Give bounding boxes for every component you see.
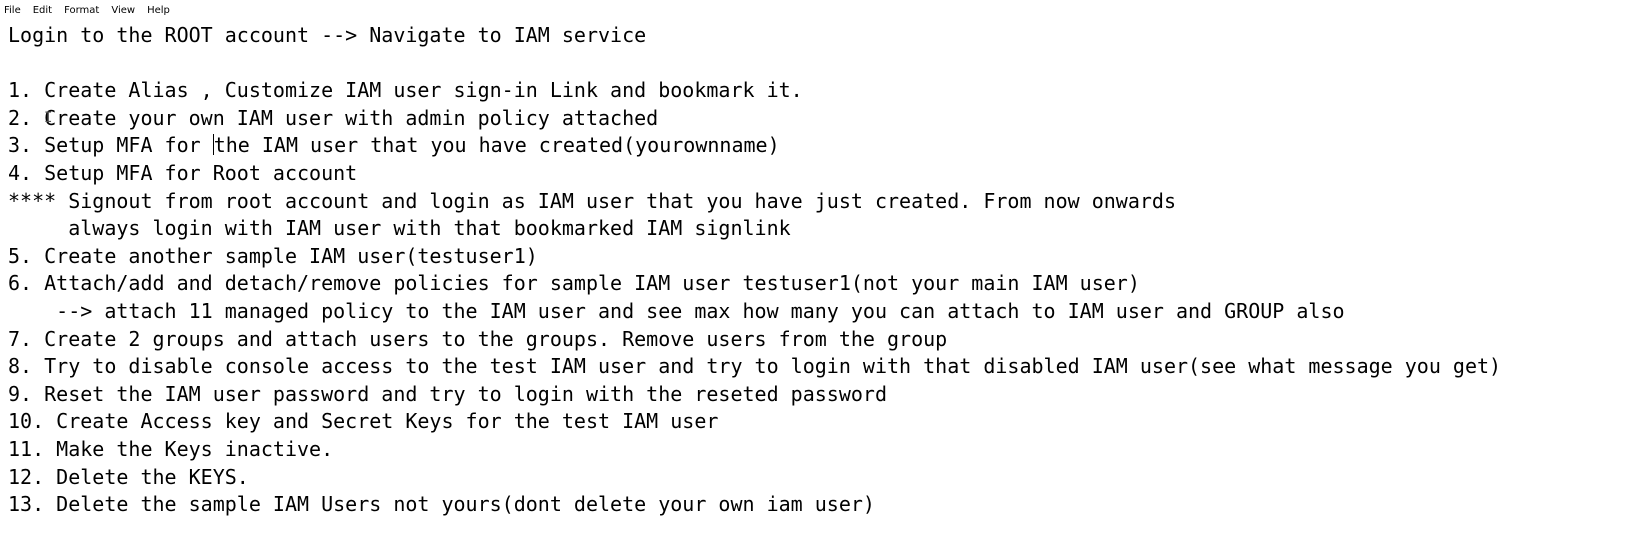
text-line-segment: 3. Setup MFA for — [8, 133, 213, 158]
menu-bar: File Edit Format View Help — [0, 0, 1647, 21]
text-line: **** Signout from root account and login… — [8, 188, 1176, 213]
text-line: --> attach 11 managed policy to the IAM … — [8, 298, 1345, 323]
text-cursor-icon: I — [44, 110, 53, 126]
text-line: 12. Delete the KEYS. — [8, 464, 249, 489]
text-line: 6. Attach/add and detach/remove policies… — [8, 271, 1140, 296]
text-line: 8. Try to disable console access to the … — [8, 354, 1502, 379]
text-editor-area[interactable]: Login to the ROOT account --> Navigate t… — [8, 22, 1638, 542]
menu-file[interactable]: File — [4, 4, 21, 17]
text-line: 5. Create another sample IAM user(testus… — [8, 243, 538, 268]
notepad-window: File Edit Format View Help Login to the … — [0, 0, 1647, 547]
text-line: 13. Delete the sample IAM Users not your… — [8, 492, 875, 517]
menu-help[interactable]: Help — [147, 4, 170, 17]
text-line: Login to the ROOT account --> Navigate t… — [8, 23, 647, 47]
text-line: 3. Setup MFA for the IAM user that you h… — [8, 132, 1638, 160]
text-line: 1. Create Alias , Customize IAM user sig… — [8, 78, 803, 103]
text-line: 10. Create Access key and Secret Keys fo… — [8, 409, 719, 434]
text-line: 9. Reset the IAM user password and try t… — [8, 381, 887, 406]
text-line: 11. Make the Keys inactive. — [8, 436, 334, 461]
text-line — [8, 50, 1638, 78]
text-line: 4. Setup MFA for Root account — [8, 160, 358, 185]
menu-edit[interactable]: Edit — [33, 4, 52, 17]
text-line-segment: the IAM user that you have created(youro… — [213, 133, 780, 158]
text-line: 7. Create 2 groups and attach users to t… — [8, 326, 948, 351]
menu-view[interactable]: View — [111, 4, 135, 17]
menu-format[interactable]: Format — [64, 4, 99, 17]
text-line: always login with IAM user with that boo… — [8, 216, 791, 241]
text-line: 2. Create your own IAM user with admin p… — [8, 105, 659, 130]
